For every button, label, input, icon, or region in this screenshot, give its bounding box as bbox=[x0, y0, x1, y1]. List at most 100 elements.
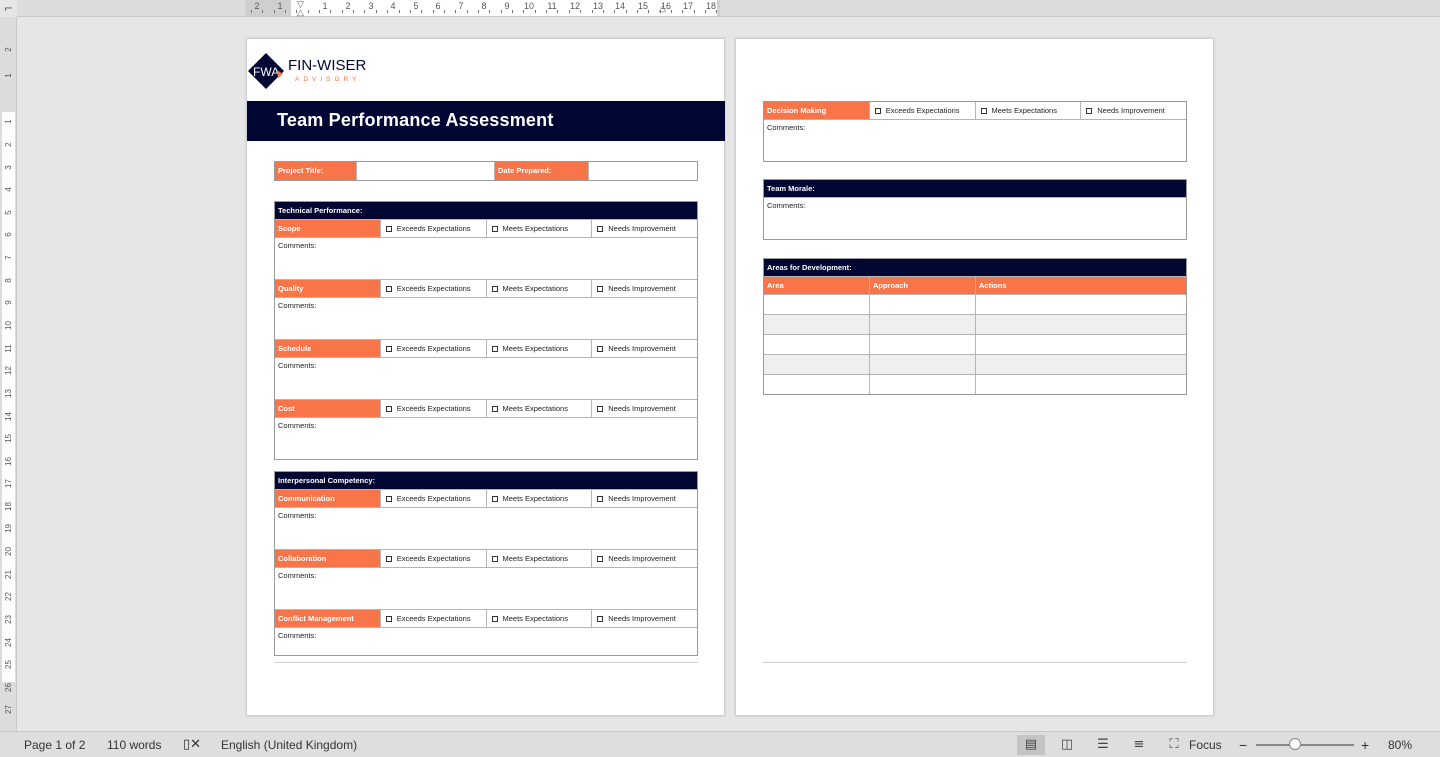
checkbox-icon[interactable] bbox=[491, 226, 498, 232]
zoom-out-button[interactable]: − bbox=[1239, 737, 1247, 753]
table-cell[interactable] bbox=[764, 315, 870, 334]
zoom-slider-thumb[interactable] bbox=[1289, 738, 1301, 750]
checkbox-icon[interactable] bbox=[491, 406, 498, 412]
table-cell[interactable] bbox=[976, 295, 1186, 314]
option-exceeds[interactable]: Exceeds Expectations bbox=[381, 490, 487, 507]
document-page-2[interactable]: Decision Making Exceeds Expectations Mee… bbox=[735, 38, 1214, 716]
checkbox-icon[interactable] bbox=[597, 286, 604, 292]
table-cell[interactable] bbox=[764, 295, 870, 314]
checkbox-icon[interactable] bbox=[385, 616, 392, 622]
checkbox-icon[interactable] bbox=[491, 496, 498, 502]
page-count[interactable]: Page 1 of 2 bbox=[24, 737, 85, 753]
option-needs[interactable]: Needs Improvement bbox=[592, 400, 697, 417]
vertical-ruler-label: 23 bbox=[4, 615, 13, 624]
table-cell[interactable] bbox=[976, 355, 1186, 374]
table-cell[interactable] bbox=[870, 335, 976, 354]
checkbox-icon[interactable] bbox=[491, 346, 498, 352]
logo-name: FIN-WISER bbox=[288, 57, 366, 74]
option-needs[interactable]: Needs Improvement bbox=[592, 280, 697, 297]
word-count[interactable]: 110 words bbox=[107, 737, 161, 753]
table-cell[interactable] bbox=[976, 375, 1186, 394]
zoom-level[interactable]: 80% bbox=[1388, 737, 1412, 753]
option-meets[interactable]: Meets Expectations bbox=[487, 340, 593, 357]
comments-field[interactable]: Comments: bbox=[275, 358, 697, 399]
option-meets[interactable]: Meets Expectations bbox=[976, 102, 1082, 119]
table-cell[interactable] bbox=[870, 375, 976, 394]
date-prepared-field[interactable] bbox=[589, 162, 697, 180]
vertical-ruler-label: 26 bbox=[4, 683, 13, 692]
zoom-slider[interactable] bbox=[1256, 744, 1354, 746]
checkbox-icon[interactable] bbox=[597, 496, 604, 502]
checkbox-icon[interactable] bbox=[491, 556, 498, 562]
table-cell[interactable] bbox=[976, 335, 1186, 354]
option-exceeds[interactable]: Exceeds Expectations bbox=[381, 400, 487, 417]
option-needs[interactable]: Needs Improvement bbox=[592, 220, 697, 237]
web-layout-view-icon[interactable]: ◫ bbox=[1053, 735, 1081, 755]
document-page-1[interactable]: FWA FIN-WISER ADVISORY Team Performance … bbox=[246, 38, 725, 716]
checkbox-icon[interactable] bbox=[597, 616, 604, 622]
option-meets[interactable]: Meets Expectations bbox=[487, 220, 593, 237]
comments-field[interactable]: Comments: bbox=[764, 120, 1186, 161]
vertical-ruler[interactable]: 2 1 1 2 3 4 5 6 7 8 9 10 11 12 13 14 15 16 17 18 19 20 21 22 23 2… bbox=[0, 17, 17, 731]
checkbox-icon[interactable] bbox=[597, 226, 604, 232]
option-meets[interactable]: Meets Expectations bbox=[487, 610, 593, 627]
tab-selector-icon[interactable]: ⌐ bbox=[0, 0, 17, 17]
draft-view-icon[interactable]: ≡ bbox=[1125, 735, 1153, 755]
language-indicator[interactable]: English (United Kingdom) bbox=[221, 737, 357, 753]
option-meets[interactable]: Meets Expectations bbox=[487, 400, 593, 417]
option-meets[interactable]: Meets Expectations bbox=[487, 550, 593, 567]
option-meets[interactable]: Meets Expectations bbox=[487, 490, 593, 507]
option-exceeds[interactable]: Exceeds Expectations bbox=[381, 610, 487, 627]
print-layout-view-icon[interactable]: ▤ bbox=[1017, 735, 1045, 755]
table-cell[interactable] bbox=[764, 335, 870, 354]
document-title[interactable]: Team Performance Assessment bbox=[277, 110, 554, 131]
checkbox-icon[interactable] bbox=[597, 556, 604, 562]
option-exceeds[interactable]: Exceeds Expectations bbox=[381, 340, 487, 357]
comments-field[interactable]: Comments: bbox=[275, 508, 697, 549]
project-title-field[interactable] bbox=[357, 162, 495, 180]
hanging-indent-marker[interactable]: △ bbox=[297, 8, 304, 17]
horizontal-ruler[interactable]: ⌐ 2 1 1 2 3 4 5 6 7 8 9 10 11 12 13 14 15 16 17 18 ▽ △ △ bbox=[0, 0, 1440, 17]
checkbox-icon[interactable] bbox=[385, 556, 392, 562]
option-meets[interactable]: Meets Expectations bbox=[487, 280, 593, 297]
option-needs[interactable]: Needs Improvement bbox=[592, 340, 697, 357]
proofing-icon[interactable]: ▯✕ bbox=[183, 737, 201, 753]
option-exceeds[interactable]: Exceeds Expectations bbox=[381, 280, 487, 297]
checkbox-icon[interactable] bbox=[980, 108, 987, 114]
comments-field[interactable]: Comments: bbox=[764, 198, 1186, 239]
checkbox-icon[interactable] bbox=[385, 226, 392, 232]
checkbox-icon[interactable] bbox=[597, 346, 604, 352]
option-needs[interactable]: Needs Improvement bbox=[592, 490, 697, 507]
focus-icon[interactable]: ⛶ bbox=[1160, 735, 1188, 755]
right-indent-marker[interactable]: △ bbox=[659, 4, 666, 13]
checkbox-icon[interactable] bbox=[874, 108, 881, 114]
checkbox-icon[interactable] bbox=[385, 346, 392, 352]
comments-field[interactable]: Comments: bbox=[275, 418, 697, 459]
zoom-in-button[interactable]: + bbox=[1361, 737, 1369, 753]
checkbox-icon[interactable] bbox=[1086, 108, 1093, 114]
checkbox-icon[interactable] bbox=[385, 496, 392, 502]
option-exceeds[interactable]: Exceeds Expectations bbox=[870, 102, 976, 119]
checkbox-icon[interactable] bbox=[597, 406, 604, 412]
option-needs[interactable]: Needs Improvement bbox=[1081, 102, 1186, 119]
option-exceeds[interactable]: Exceeds Expectations bbox=[381, 550, 487, 567]
option-exceeds[interactable]: Exceeds Expectations bbox=[381, 220, 487, 237]
comments-field[interactable]: Comments: bbox=[275, 238, 697, 279]
option-needs[interactable]: Needs Improvement bbox=[592, 550, 697, 567]
comments-field[interactable]: Comments: bbox=[275, 298, 697, 339]
table-cell[interactable] bbox=[870, 295, 976, 314]
table-cell[interactable] bbox=[976, 315, 1186, 334]
comments-field[interactable]: Comments: bbox=[275, 568, 697, 609]
checkbox-icon[interactable] bbox=[491, 616, 498, 622]
checkbox-icon[interactable] bbox=[385, 286, 392, 292]
table-cell[interactable] bbox=[870, 315, 976, 334]
comments-field[interactable]: Comments: bbox=[275, 628, 697, 655]
option-needs[interactable]: Needs Improvement bbox=[592, 610, 697, 627]
table-cell[interactable] bbox=[870, 355, 976, 374]
checkbox-icon[interactable] bbox=[385, 406, 392, 412]
focus-button[interactable]: Focus bbox=[1189, 737, 1222, 753]
checkbox-icon[interactable] bbox=[491, 286, 498, 292]
table-cell[interactable] bbox=[764, 375, 870, 394]
table-cell[interactable] bbox=[764, 355, 870, 374]
outline-view-icon[interactable]: ☰ bbox=[1089, 735, 1117, 755]
